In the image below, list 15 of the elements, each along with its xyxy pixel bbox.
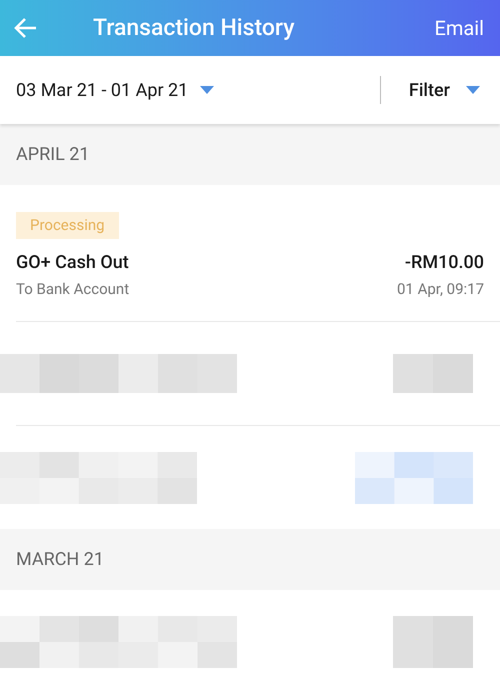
page-title: Transaction History [93, 12, 295, 43]
section-heading: APRIL 21 [16, 143, 90, 167]
filter-dropdown[interactable]: Filter [408, 76, 484, 104]
back-arrow-icon [14, 17, 38, 39]
caret-icon [466, 86, 480, 94]
email-button[interactable]: Email [434, 13, 488, 43]
transaction-amount: -RM10.00 [404, 250, 484, 274]
status-badge: Processing [16, 212, 119, 238]
transaction-row[interactable]: Processing GO+ Cash Out -RM10.00 To Bank Account 01 Apr, 09:17 [0, 185, 500, 321]
date-range-dropdown[interactable]: 03 Mar 21 - 01 Apr 21 [16, 76, 214, 104]
section-heading: MARCH 21 [16, 548, 104, 572]
caret-icon [200, 86, 214, 94]
transaction-subtitle: To Bank Account [16, 278, 130, 300]
transaction-title: GO+ Cash Out [16, 250, 129, 274]
transaction-time: 01 Apr, 09:17 [397, 278, 484, 300]
